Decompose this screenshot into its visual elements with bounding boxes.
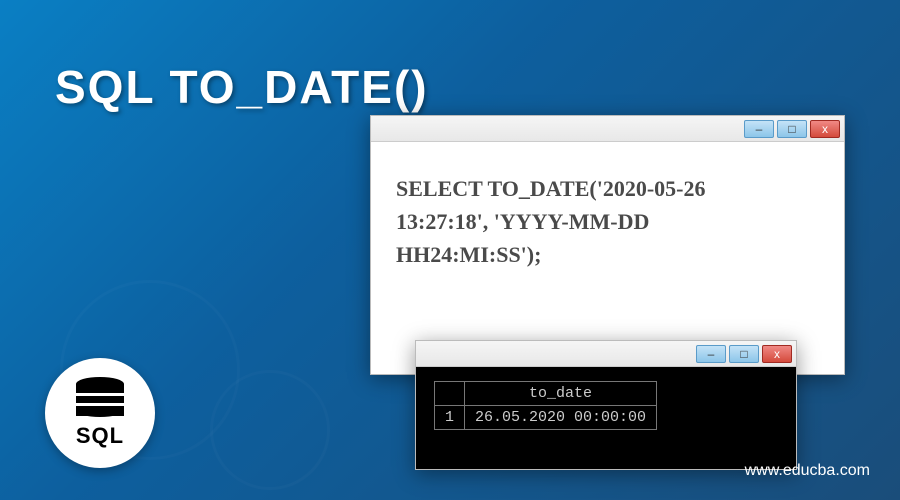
code-content: SELECT TO_DATE('2020-05-26 13:27:18', 'Y… bbox=[371, 142, 844, 301]
table-row: 1 26.05.2020 00:00:00 bbox=[435, 406, 657, 430]
code-line: 13:27:18', 'YYYY-MM-DD bbox=[396, 205, 819, 238]
minimize-button[interactable]: – bbox=[744, 120, 774, 138]
cell-value: 26.05.2020 00:00:00 bbox=[465, 406, 657, 430]
result-content: to_date 1 26.05.2020 00:00:00 bbox=[416, 367, 796, 469]
result-window: – □ x to_date 1 26.05.2020 00:00:00 bbox=[415, 340, 797, 470]
maximize-button[interactable]: □ bbox=[729, 345, 759, 363]
sql-logo: SQL bbox=[45, 358, 155, 468]
row-number: 1 bbox=[435, 406, 465, 430]
footer-url: www.educba.com bbox=[745, 462, 870, 480]
close-button[interactable]: x bbox=[762, 345, 792, 363]
result-table: to_date 1 26.05.2020 00:00:00 bbox=[434, 381, 657, 430]
maximize-button[interactable]: □ bbox=[777, 120, 807, 138]
minimize-button[interactable]: – bbox=[696, 345, 726, 363]
code-window: – □ x SELECT TO_DATE('2020-05-26 13:27:1… bbox=[370, 115, 845, 375]
page-title: SQL TO_DATE() bbox=[55, 60, 429, 114]
code-line: SELECT TO_DATE('2020-05-26 bbox=[396, 172, 819, 205]
code-line: HH24:MI:SS'); bbox=[396, 238, 819, 271]
column-header: to_date bbox=[465, 382, 657, 406]
database-icon bbox=[76, 377, 124, 417]
bg-gear-decoration bbox=[210, 370, 330, 490]
result-window-titlebar: – □ x bbox=[416, 341, 796, 367]
table-corner-cell bbox=[435, 382, 465, 406]
sql-logo-text: SQL bbox=[76, 423, 124, 449]
close-button[interactable]: x bbox=[810, 120, 840, 138]
code-window-titlebar: – □ x bbox=[371, 116, 844, 142]
